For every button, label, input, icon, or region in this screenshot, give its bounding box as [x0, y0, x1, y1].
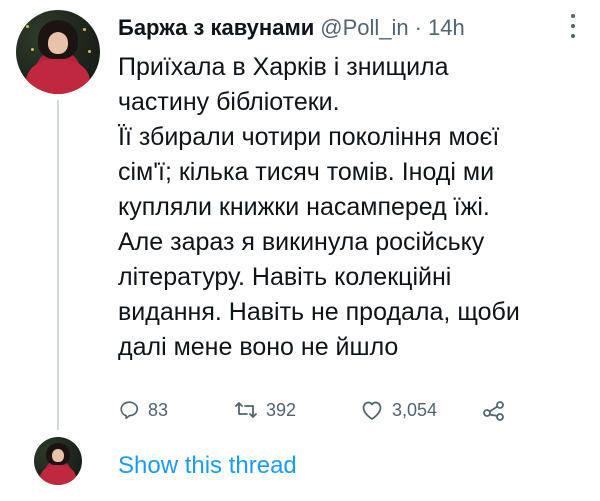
- retweet-button[interactable]: 392: [234, 399, 296, 421]
- retweet-icon: [234, 399, 258, 421]
- more-dot: [571, 14, 575, 18]
- share-icon: [482, 399, 506, 421]
- reply-count: 83: [148, 399, 169, 420]
- header-separator: ·: [414, 15, 422, 40]
- avatar-sparkle: [88, 50, 92, 54]
- share-button[interactable]: [482, 399, 506, 421]
- tweet-actions: 83 392 3,054: [118, 399, 538, 429]
- more-options-icon[interactable]: [570, 14, 576, 38]
- avatar-sparkle: [83, 28, 87, 32]
- retweet-count: 392: [266, 399, 297, 420]
- more-dot: [571, 24, 575, 28]
- tweet-header: Баржа з кавунами @Poll_in · 14h: [118, 13, 465, 43]
- more-dot: [571, 34, 575, 38]
- author-avatar-small[interactable]: [34, 437, 82, 485]
- author-name[interactable]: Баржа з кавунами: [118, 15, 314, 41]
- like-count: 3,054: [392, 399, 438, 420]
- reply-icon: [118, 399, 140, 421]
- avatar-dress: [26, 58, 90, 94]
- tweet-timestamp[interactable]: 14h: [428, 15, 465, 41]
- show-thread-link[interactable]: Show this thread: [118, 452, 297, 480]
- author-handle[interactable]: @Poll_in: [320, 15, 408, 41]
- avatar-dress: [39, 464, 77, 485]
- like-button[interactable]: 3,054: [360, 399, 437, 421]
- author-avatar[interactable]: [16, 10, 100, 94]
- heart-icon: [360, 399, 384, 421]
- avatar-sparkle: [31, 47, 35, 51]
- avatar-sparkle: [26, 25, 30, 29]
- avatar-face: [47, 31, 69, 54]
- avatar-face: [52, 449, 64, 462]
- tweet-text: Приїхала в Харків і знищила частину бібл…: [118, 53, 520, 361]
- reply-button[interactable]: 83: [118, 399, 168, 421]
- thread-line: [57, 100, 59, 430]
